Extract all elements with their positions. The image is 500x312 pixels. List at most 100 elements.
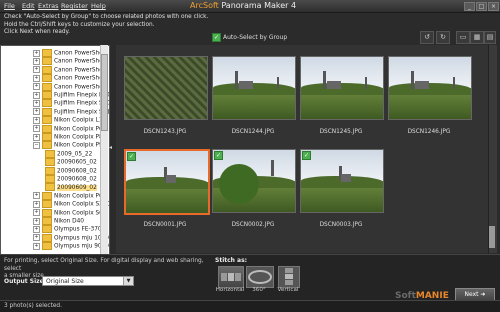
expand-icon[interactable]: + bbox=[33, 217, 40, 225]
rotate-left-icon[interactable]: ↺ bbox=[420, 31, 434, 44]
large-thumbnails-icon[interactable]: ▭ bbox=[456, 31, 470, 44]
tree-item[interactable]: + Nikon Coolpix S60 bbox=[33, 208, 107, 217]
tree-item[interactable]: 20090608_02 bbox=[45, 175, 97, 183]
expand-icon[interactable]: + bbox=[33, 74, 40, 82]
expand-icon[interactable]: + bbox=[33, 192, 40, 200]
tree-item[interactable]: + Nikon Coolpix S210 bbox=[33, 200, 109, 209]
gallery-scrollbar[interactable] bbox=[488, 45, 497, 253]
expand-icon[interactable]: + bbox=[33, 133, 40, 141]
gallery-scrollbar-thumb[interactable] bbox=[489, 226, 495, 248]
tree-item[interactable]: + Canon PowerShot bbox=[33, 49, 105, 57]
photo-thumbnail[interactable] bbox=[124, 56, 208, 120]
status-text: 3 photo(s) selected. bbox=[4, 303, 62, 309]
expand-icon[interactable]: + bbox=[33, 57, 40, 65]
medium-thumbnails-icon[interactable]: ▦ bbox=[470, 31, 484, 44]
photo-check-icon[interactable]: ✓ bbox=[127, 152, 136, 161]
expand-icon[interactable]: + bbox=[33, 49, 40, 57]
tree-scrollbar-thumb[interactable] bbox=[101, 54, 108, 131]
expand-icon[interactable]: + bbox=[33, 66, 40, 74]
photo-thumbnail[interactable]: ✓ bbox=[124, 149, 210, 215]
tree-item-label: Canon PowerShot bbox=[54, 84, 106, 91]
photo-filename: DSCN1246.JPG bbox=[407, 129, 451, 135]
stitch-option-label: 360° bbox=[252, 287, 266, 293]
photo-thumbnail[interactable]: ✓ bbox=[212, 149, 296, 213]
menu-register[interactable]: Register bbox=[61, 2, 88, 10]
stitch-horizontal-button[interactable] bbox=[218, 266, 244, 288]
photo-check-icon[interactable]: ✓ bbox=[302, 151, 311, 160]
expand-icon[interactable]: + bbox=[33, 209, 40, 217]
tree-item[interactable]: + Fujifilm Finepix S81 bbox=[33, 107, 109, 116]
tree-item[interactable]: + Fujifilm Finepix S10 bbox=[33, 99, 109, 108]
expand-icon[interactable]: + bbox=[33, 125, 40, 133]
minimize-icon[interactable]: _ bbox=[464, 2, 475, 11]
folder-icon bbox=[45, 149, 55, 158]
folder-icon bbox=[42, 141, 52, 150]
small-thumbnails-icon[interactable]: ▤ bbox=[484, 31, 496, 44]
menu-extras[interactable]: Extras bbox=[38, 2, 59, 10]
maximize-icon[interactable]: □ bbox=[476, 2, 487, 11]
tree-item[interactable]: + Nikon Coolpix P60 bbox=[33, 191, 106, 200]
instructions: Check "Auto-Select by Group" to choose r… bbox=[4, 14, 234, 37]
output-size-select[interactable]: Original Size ▼ bbox=[42, 276, 134, 286]
stitch-option-label: Vertical bbox=[277, 287, 299, 293]
tree-item[interactable]: + Canon PowerShot bbox=[33, 57, 105, 66]
rotate-right-icon[interactable]: ↻ bbox=[436, 31, 450, 44]
photo-thumbnail[interactable] bbox=[300, 56, 384, 120]
tree-item[interactable]: + Canon PowerShot bbox=[33, 82, 106, 91]
tree-item-label: Nikon Coolpix S60 bbox=[54, 210, 107, 217]
photo-filename: DSCN0003.JPG bbox=[319, 222, 363, 228]
collapse-panel-icon[interactable]: ◂ bbox=[109, 144, 115, 154]
stitch-vertical-button[interactable] bbox=[278, 266, 300, 288]
menu-file[interactable]: File bbox=[4, 2, 15, 10]
expand-icon[interactable]: + bbox=[33, 200, 40, 208]
expand-icon[interactable]: + bbox=[33, 242, 40, 250]
tree-item[interactable]: + Canon PowerShot bbox=[33, 74, 105, 83]
folder-icon bbox=[42, 208, 52, 217]
photo-thumbnail[interactable] bbox=[388, 56, 472, 120]
tree-item[interactable]: + Olympus mju 9000 bbox=[33, 242, 109, 251]
menu-help[interactable]: Help bbox=[91, 2, 106, 10]
tree-item-label: Nikon Coolpix L10 bbox=[54, 117, 107, 124]
tree-item[interactable]: + Canon PowerShot bbox=[33, 65, 105, 74]
expand-icon[interactable]: + bbox=[33, 116, 40, 124]
tree-item[interactable]: 2009_05_22 bbox=[45, 149, 92, 158]
stitch-360-button[interactable] bbox=[246, 266, 274, 288]
tree-item[interactable]: + Fujifilm Finepix F40 bbox=[33, 91, 109, 99]
tree-item[interactable]: 20090605_02 bbox=[45, 158, 97, 167]
tree-item-label: Nikon Coolpix P80 bbox=[54, 134, 107, 141]
expand-icon[interactable]: + bbox=[33, 108, 40, 116]
tree-item[interactable]: 20090608_02 bbox=[45, 166, 97, 175]
app-name: Panorama Maker 4 bbox=[221, 1, 297, 10]
tree-item[interactable]: + Nikon D40 bbox=[33, 217, 84, 225]
tree-item[interactable]: + Olympus mju 1050 bbox=[33, 233, 109, 242]
expand-icon[interactable]: + bbox=[33, 234, 40, 242]
menu-edit[interactable]: Edit bbox=[22, 2, 35, 10]
tree-item[interactable]: + Olympus FE-370 bbox=[33, 225, 102, 234]
folder-tree[interactable]: + Canon PowerShot + Canon PowerShot + Canon P… bbox=[0, 45, 110, 255]
folder-icon bbox=[42, 107, 52, 116]
photo-thumbnail[interactable] bbox=[212, 56, 296, 120]
expand-icon[interactable]: + bbox=[33, 91, 40, 99]
folder-icon bbox=[45, 158, 55, 167]
tree-item[interactable]: 20090609_02 bbox=[45, 183, 97, 192]
tree-item-label: 20090609_02 bbox=[57, 184, 97, 191]
folder-icon bbox=[45, 175, 55, 183]
photo-check-icon[interactable]: ✓ bbox=[214, 151, 223, 160]
tree-item[interactable]: + Nikon Coolpix P80 bbox=[33, 133, 106, 141]
tree-item[interactable]: + Nikon Coolpix L10 bbox=[33, 116, 107, 125]
tree-item-label: 20090608_02 bbox=[57, 176, 97, 183]
expand-icon[interactable]: + bbox=[33, 99, 40, 107]
folder-icon bbox=[42, 200, 52, 209]
check-icon: ✓ bbox=[212, 33, 221, 42]
close-icon[interactable]: × bbox=[488, 2, 499, 11]
collapse-icon[interactable]: − bbox=[33, 141, 40, 149]
instruction-line: Click Next when ready. bbox=[4, 29, 71, 35]
expand-icon[interactable]: + bbox=[33, 83, 40, 91]
vertical-stitch-icon bbox=[285, 268, 293, 285]
tree-item[interactable]: − Nikon Coolpix P90 bbox=[33, 141, 106, 150]
tree-item[interactable]: + Nikon Coolpix P60 bbox=[33, 124, 106, 133]
expand-icon[interactable]: + bbox=[33, 225, 40, 233]
photo-thumbnail[interactable]: ✓ bbox=[300, 149, 384, 213]
chevron-down-icon: ▼ bbox=[123, 277, 133, 285]
auto-select-checkbox[interactable]: ✓ Auto-Select by Group bbox=[212, 33, 287, 42]
